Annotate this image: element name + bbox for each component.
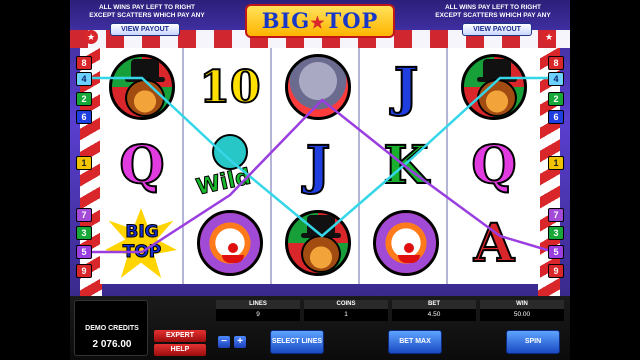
line-badge-left-1[interactable]: 1	[76, 156, 92, 170]
clown-icon	[373, 210, 439, 276]
logo-top: TOP	[325, 8, 379, 33]
line-badge-right-9[interactable]: 9	[548, 264, 564, 278]
logo-big: BIG	[261, 8, 311, 33]
q-letter: Q	[118, 134, 165, 197]
line-badge-left-7[interactable]: 7	[76, 208, 92, 222]
elephant-icon	[285, 54, 351, 120]
reel-3: J	[276, 48, 360, 284]
line-badge-left-4[interactable]: 4	[76, 72, 92, 86]
j-letter: J	[393, 56, 420, 119]
symbol-bigtop-scatter: BIG TOP	[100, 204, 184, 282]
bet-max-button[interactable]: BET MAX	[388, 330, 442, 354]
line-badge-right-1[interactable]: 1	[548, 156, 564, 170]
bigtop-scatter-icon: BIG TOP	[103, 206, 181, 280]
view-payout-button-right[interactable]: VIEW PAYOUT	[462, 23, 532, 36]
line-badge-left-8[interactable]: 8	[76, 56, 92, 70]
ten-label: 10	[198, 61, 261, 114]
win-value: 50.00	[480, 309, 564, 321]
reel-2: 10 Wild	[188, 48, 272, 284]
bigtop-line1: BIG	[125, 222, 159, 243]
symbol-elephant	[276, 48, 360, 126]
lion-icon	[285, 210, 351, 276]
expert-button[interactable]: EXPERT	[154, 330, 206, 342]
lines-value: 9	[216, 309, 300, 321]
lines-label: LINES	[216, 300, 300, 309]
symbol-wild: Wild	[188, 126, 272, 204]
line-badge-left-2[interactable]: 2	[76, 92, 92, 106]
symbol-clown	[364, 204, 448, 282]
select-lines-button[interactable]: SELECT LINES	[270, 330, 324, 354]
symbol-k: K	[364, 126, 448, 204]
reels-window: Q BIG TOP 10 Wild J J K Q A	[100, 48, 540, 284]
minus-button[interactable]: −	[218, 336, 230, 348]
coins-display: COINS 1	[304, 300, 388, 322]
line-badge-left-5[interactable]: 5	[76, 245, 92, 259]
bet-label: BET	[392, 300, 476, 309]
wild-clown-icon: Wild	[194, 130, 266, 201]
bet-value: 4.50	[392, 309, 476, 321]
line-badge-right-2[interactable]: 2	[548, 92, 564, 106]
q-letter: Q	[470, 134, 517, 197]
line-badge-right-3[interactable]: 3	[548, 226, 564, 240]
k-letter: K	[382, 134, 429, 197]
bet-info-row: LINES 9 COINS 1 BET 4.50 WIN 50.00	[216, 300, 564, 322]
symbol-q: Q	[452, 126, 536, 204]
logo-star-icon: ★	[310, 13, 326, 32]
symbol-clown	[188, 204, 272, 282]
line-badge-right-8[interactable]: 8	[548, 56, 564, 70]
rules-text-left: ALL WINS PAY LEFT TO RIGHT EXCEPT SCATTE…	[89, 4, 205, 19]
bigtop-line2: TOP	[122, 242, 162, 263]
wild-label: Wild	[194, 164, 254, 201]
j-letter: J	[305, 134, 332, 197]
spin-button[interactable]: SPIN	[506, 330, 560, 354]
plus-button[interactable]: +	[234, 336, 246, 348]
win-display: WIN 50.00	[480, 300, 564, 322]
a-letter: A	[473, 212, 515, 275]
credits-label: DEMO CREDITS	[85, 325, 139, 332]
symbol-ten: 10	[188, 48, 272, 126]
line-badge-left-3[interactable]: 3	[76, 226, 92, 240]
lines-display: LINES 9	[216, 300, 300, 322]
reel-1: Q BIG TOP	[100, 48, 184, 284]
symbol-lion	[100, 48, 184, 126]
line-badge-right-5[interactable]: 5	[548, 245, 564, 259]
credits-value: 2 076.00	[92, 339, 132, 350]
line-badge-left-9[interactable]: 9	[76, 264, 92, 278]
star-icon-right: ★	[542, 30, 556, 44]
symbol-lion	[452, 48, 536, 126]
symbol-j: J	[364, 48, 448, 126]
win-label: WIN	[480, 300, 564, 309]
coins-label: COINS	[304, 300, 388, 309]
bet-display: BET 4.50	[392, 300, 476, 322]
reel-5: Q A	[452, 48, 536, 284]
symbol-lion	[276, 204, 360, 282]
control-panel: DEMO CREDITS 2 076.00 EXPERT HELP − + LI…	[70, 296, 570, 360]
line-badge-right-6[interactable]: 6	[548, 110, 564, 124]
clown-icon	[197, 210, 263, 276]
big-top-logo: BIG★TOP	[245, 4, 395, 38]
lion-icon	[109, 54, 175, 120]
line-badge-right-7[interactable]: 7	[548, 208, 564, 222]
symbol-q: Q	[100, 126, 184, 204]
rules-text-right: ALL WINS PAY LEFT TO RIGHT EXCEPT SCATTE…	[435, 4, 551, 19]
reel-4: J K	[364, 48, 448, 284]
star-icon-left: ★	[84, 30, 98, 44]
symbol-a: A	[452, 204, 536, 282]
symbol-j: J	[276, 126, 360, 204]
slot-machine: ALL WINS PAY LEFT TO RIGHT EXCEPT SCATTE…	[70, 0, 570, 296]
line-badge-left-6[interactable]: 6	[76, 110, 92, 124]
coins-value: 1	[304, 309, 388, 321]
lion-icon	[461, 54, 527, 120]
line-badge-right-4[interactable]: 4	[548, 72, 564, 86]
help-button[interactable]: HELP	[154, 344, 206, 356]
credits-display: DEMO CREDITS 2 076.00	[74, 300, 148, 356]
view-payout-button-left[interactable]: VIEW PAYOUT	[110, 23, 180, 36]
